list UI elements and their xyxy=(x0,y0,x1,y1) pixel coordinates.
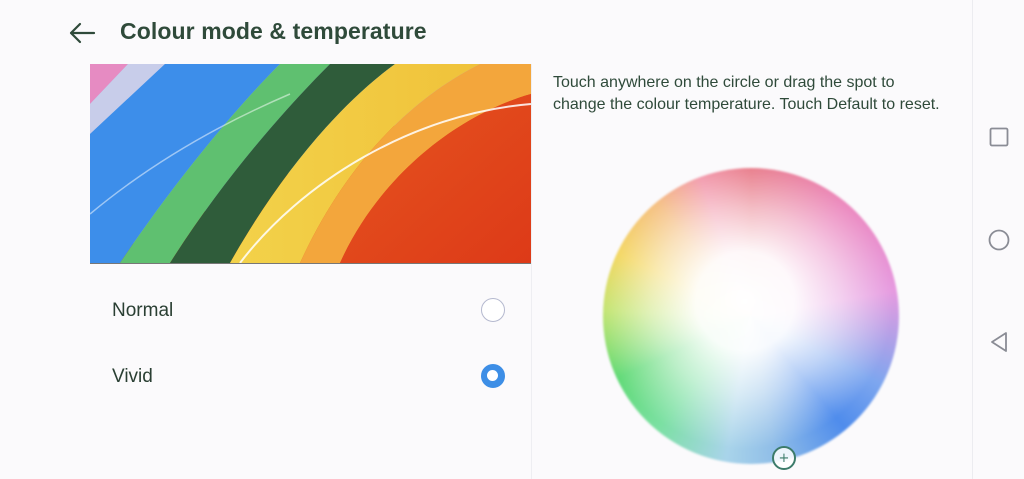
option-vivid[interactable]: Vivid xyxy=(90,344,531,410)
square-icon xyxy=(989,127,1009,147)
nav-back-button[interactable] xyxy=(987,330,1011,354)
plus-icon: + xyxy=(778,450,790,466)
header: Colour mode & temperature xyxy=(0,0,972,64)
colour-preview-image xyxy=(90,64,531,264)
system-navigation-bar xyxy=(972,0,1024,479)
temperature-handle[interactable]: + xyxy=(772,446,796,470)
home-button[interactable] xyxy=(987,228,1011,252)
colour-temperature-wheel[interactable]: + xyxy=(603,168,899,470)
back-button[interactable] xyxy=(62,13,102,53)
option-vivid-label: Vivid xyxy=(112,366,153,387)
colour-wheel-circle[interactable] xyxy=(603,168,899,464)
temperature-instructions: Touch anywhere on the circle or drag the… xyxy=(553,74,940,113)
option-normal-label: Normal xyxy=(112,300,174,321)
rainbow-wallpaper-preview xyxy=(90,64,531,263)
radio-normal-unselected[interactable] xyxy=(481,298,505,322)
option-normal[interactable]: Normal xyxy=(90,278,531,344)
radio-vivid-selected[interactable] xyxy=(481,364,505,388)
circle-icon xyxy=(988,229,1010,251)
app-area: Colour mode & temperature Normal Vivid T… xyxy=(0,0,972,479)
triangle-back-icon xyxy=(991,332,1007,352)
arrow-left-icon xyxy=(69,22,96,44)
screen: Colour mode & temperature Normal Vivid T… xyxy=(0,0,1024,479)
radio-dot xyxy=(487,370,498,381)
recent-apps-button[interactable] xyxy=(987,125,1011,149)
colour-mode-options: Normal Vivid xyxy=(90,278,531,410)
panel-divider xyxy=(531,64,532,479)
page-title: Colour mode & temperature xyxy=(120,18,427,44)
